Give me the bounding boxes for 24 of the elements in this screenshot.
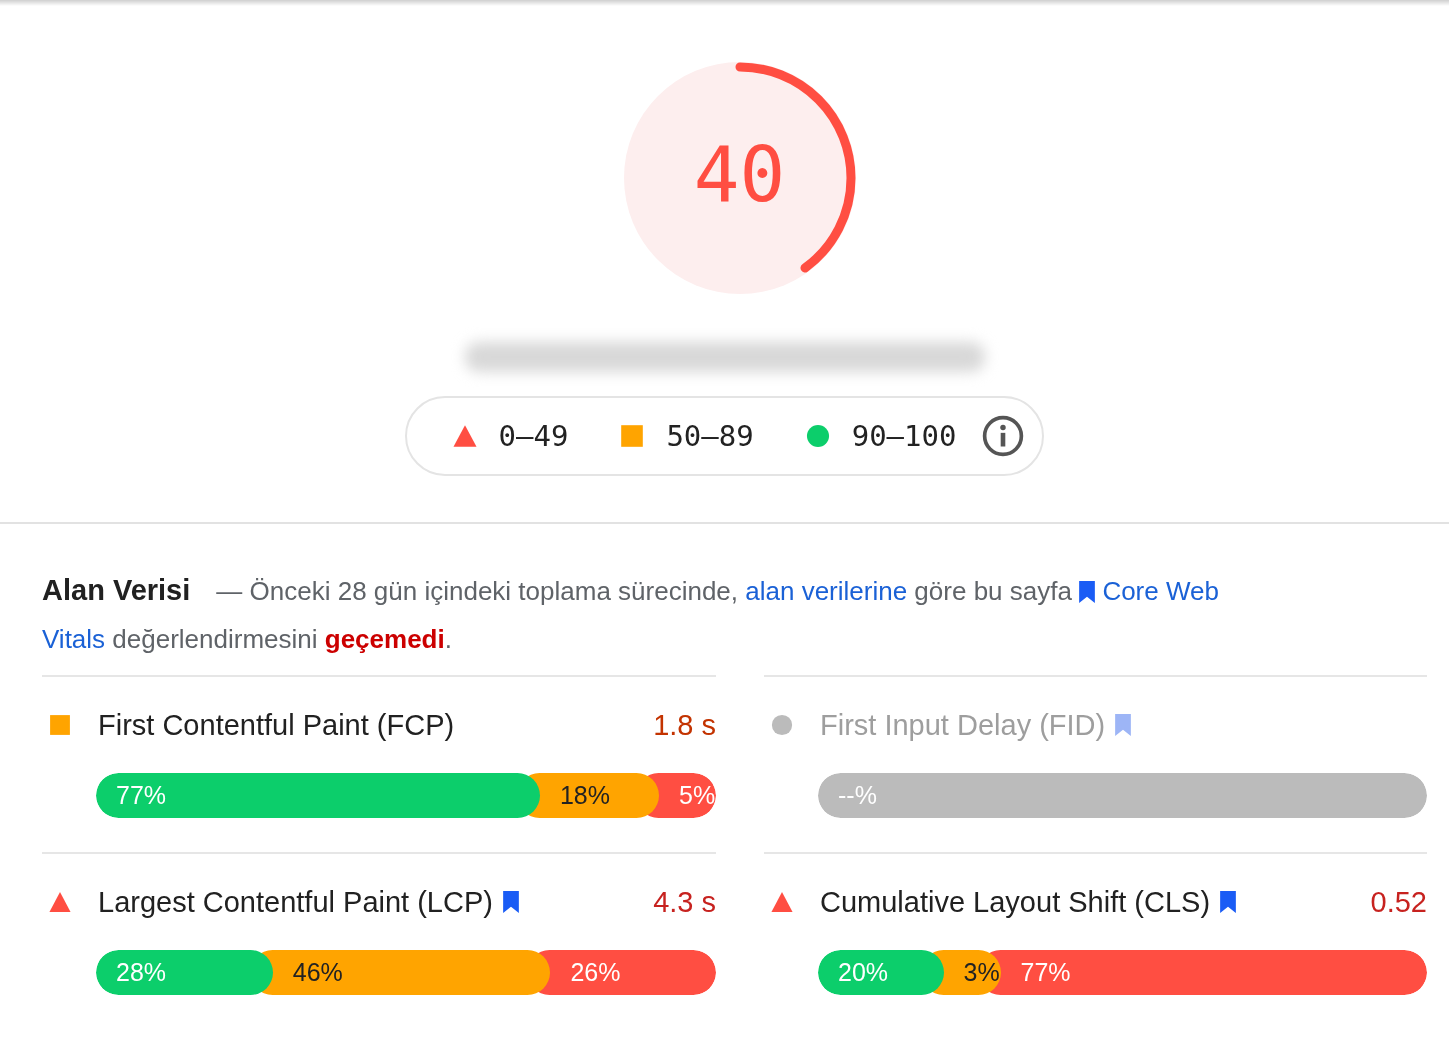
core-web-vitals-link[interactable]: Vitals [42,624,106,654]
core-web-vitals-link[interactable]: Core Web [1102,576,1219,606]
metric-name: Largest Contentful Paint (LCP) [98,885,493,919]
bookmark-icon [1079,581,1096,603]
metric-name: Cumulative Layout Shift (CLS) [820,885,1211,919]
square-icon [620,424,645,448]
score-value: 40 [692,130,787,220]
metric-value: 0.52 [1370,885,1427,919]
score-range: 0–49 [498,419,569,453]
distribution-segment: --% [818,773,1427,818]
metric-value: 4.3 s [653,885,716,919]
metric-name: First Input Delay (FID) [820,708,1106,742]
circle-icon [805,424,830,448]
distribution-segment: 20% [818,950,944,995]
distribution-segment: 77% [96,773,540,818]
info-icon[interactable] [982,415,1025,457]
score-range: 50–89 [666,419,754,453]
field-data-summary: Alan Verisi — Önceki 28 gün içindeki toplama sürecinde, alan verilerine göre bu sayfa Core Web Vitals değerlendirmesini geçemedi. [42,573,1220,656]
score-range: 90–100 [851,419,957,453]
metric-name: First Contentful Paint (FCP) [98,708,455,742]
field-data-link[interactable]: alan verilerine [745,576,908,606]
triangle-icon [452,424,477,448]
metric-value: 1.8 s [653,708,716,742]
distribution-segment: 28% [96,950,273,995]
